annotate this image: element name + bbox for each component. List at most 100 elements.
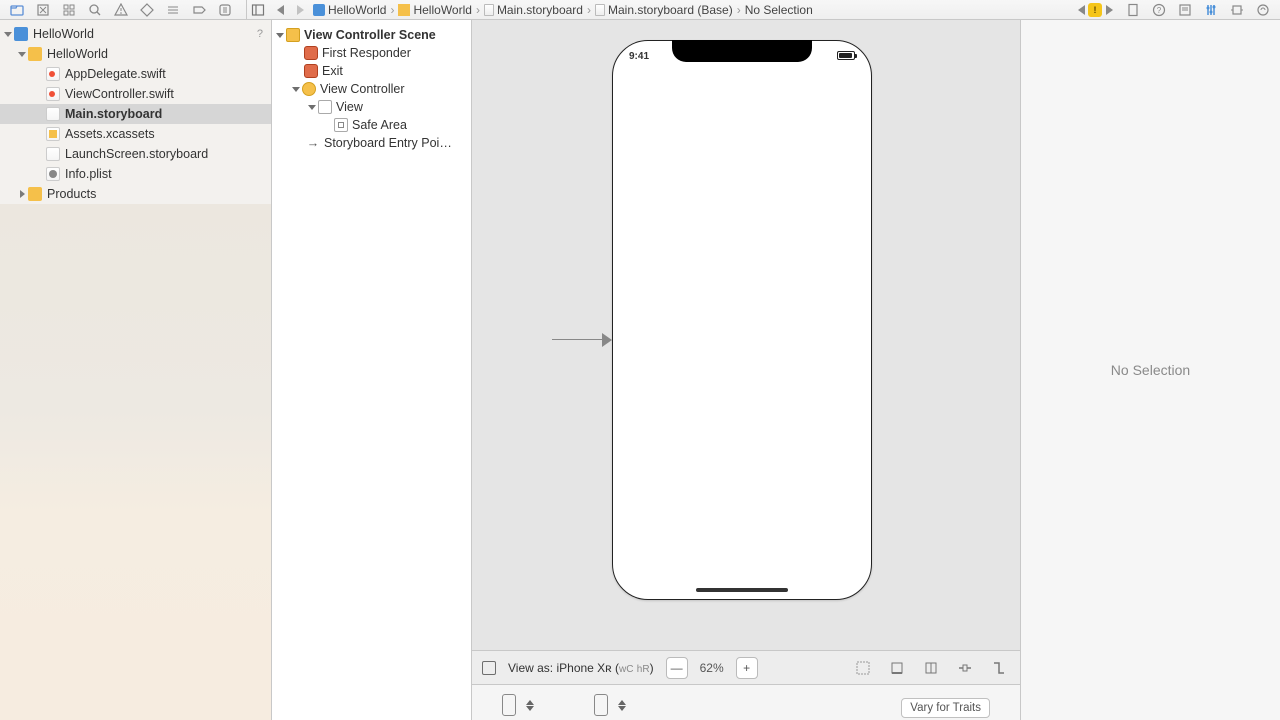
test-icon[interactable] <box>140 3 154 17</box>
folder-icon <box>28 187 42 201</box>
debug-icon[interactable] <box>166 3 180 17</box>
nav-file-launchscreen[interactable]: LaunchScreen.storyboard <box>0 144 271 164</box>
vary-for-traits-button[interactable]: Vary for Traits <box>901 698 990 718</box>
search-icon[interactable] <box>88 3 102 17</box>
inspector-panel: No Selection <box>1020 20 1280 720</box>
warning-badge-icon[interactable]: ! <box>1088 3 1102 17</box>
chevron-right-icon: › <box>585 3 593 17</box>
disclosure-triangle-icon[interactable] <box>4 32 12 37</box>
zoom-in-button[interactable]: + <box>736 657 758 679</box>
nav-products-group[interactable]: Products <box>0 184 271 204</box>
folder-icon <box>28 47 42 61</box>
canvas[interactable]: 9:41 <box>472 20 1020 650</box>
nav-label: Assets.xcassets <box>65 127 263 141</box>
orientation-selector[interactable] <box>594 694 626 720</box>
toolbar-divider <box>246 0 247 19</box>
safe-area-icon <box>334 118 348 132</box>
nav-file-main-storyboard[interactable]: Main.storyboard <box>0 104 271 124</box>
nav-label: LaunchScreen.storyboard <box>65 147 263 161</box>
crumb-base[interactable]: Main.storyboard (Base) <box>595 3 733 17</box>
nav-back-button[interactable] <box>273 3 287 17</box>
folder-icon[interactable] <box>10 3 24 17</box>
nav-file-appdelegate[interactable]: AppDelegate.swift <box>0 64 271 84</box>
crumb-group[interactable]: HelloWorld <box>398 3 471 17</box>
entry-point-arrow-icon[interactable] <box>552 330 612 350</box>
outline-entry-point[interactable]: → Storyboard Entry Poi… <box>272 134 471 152</box>
device-trait-bar: Vary for Traits <box>472 684 1020 720</box>
help-indicator[interactable]: ? <box>257 28 263 40</box>
disclosure-triangle-icon[interactable] <box>20 190 25 198</box>
disclosure-triangle-icon[interactable] <box>276 33 284 38</box>
chevron-right-icon: › <box>388 3 396 17</box>
nav-label: AppDelegate.swift <box>65 67 263 81</box>
update-frames-icon[interactable] <box>988 657 1010 679</box>
breakpoint-icon[interactable] <box>192 3 206 17</box>
resolve-issues-icon[interactable] <box>954 657 976 679</box>
navigator-tab-icons <box>0 3 242 17</box>
nav-file-infoplist[interactable]: Info.plist <box>0 164 271 184</box>
embed-in-icon[interactable] <box>852 657 874 679</box>
device-preview[interactable]: 9:41 <box>612 40 872 600</box>
outline-view-controller[interactable]: View Controller <box>272 80 471 98</box>
project-navigator: HelloWorld ? HelloWorld AppDelegate.swif… <box>0 20 272 720</box>
nav-project-root[interactable]: HelloWorld ? <box>0 24 271 44</box>
outline-label: Exit <box>322 64 343 78</box>
outline-label: Safe Area <box>352 118 407 132</box>
outline-first-responder[interactable]: First Responder <box>272 44 471 62</box>
outline-label: Storyboard Entry Poi… <box>324 136 452 150</box>
outline-exit[interactable]: Exit <box>272 62 471 80</box>
jump-bar[interactable]: HelloWorld › HelloWorld › Main.storyboar… <box>307 3 1074 17</box>
device-config-icon[interactable] <box>482 661 496 675</box>
zoom-level[interactable]: 62% <box>700 661 724 675</box>
nav-file-assets[interactable]: Assets.xcassets <box>0 124 271 144</box>
view-as-label[interactable]: View as: iPhone Xʀ (wC hR) <box>508 661 654 675</box>
related-forward-icon[interactable] <box>1102 3 1116 17</box>
help-inspector-icon[interactable]: ? <box>1152 3 1166 17</box>
disclosure-triangle-icon[interactable] <box>292 87 300 92</box>
nav-group[interactable]: HelloWorld <box>0 44 271 64</box>
stepper-icon[interactable] <box>618 700 626 711</box>
source-control-icon[interactable] <box>36 3 50 17</box>
device-selector[interactable] <box>502 694 534 720</box>
assets-file-icon <box>46 127 60 141</box>
exit-icon <box>304 64 318 78</box>
nav-forward-button[interactable] <box>293 3 307 17</box>
device-outline-icon <box>502 694 516 716</box>
outline-scene[interactable]: View Controller Scene <box>272 26 471 44</box>
outline-safe-area[interactable]: Safe Area <box>272 116 471 134</box>
size-inspector-icon[interactable] <box>1230 3 1244 17</box>
connections-inspector-icon[interactable] <box>1256 3 1270 17</box>
view-icon <box>318 100 332 114</box>
zoom-out-button[interactable]: — <box>666 657 688 679</box>
symbol-icon[interactable] <box>62 3 76 17</box>
nav-file-viewcontroller[interactable]: ViewController.swift <box>0 84 271 104</box>
outline-label: View <box>336 100 363 114</box>
disclosure-triangle-icon[interactable] <box>18 52 26 57</box>
crumb-selection[interactable]: No Selection <box>745 3 813 17</box>
pin-icon[interactable] <box>920 657 942 679</box>
chevron-right-icon: › <box>735 3 743 17</box>
crumb-project[interactable]: HelloWorld <box>313 3 386 17</box>
home-indicator <box>696 588 788 592</box>
crumb-file[interactable]: Main.storyboard <box>484 3 583 17</box>
crumb-label: HelloWorld <box>413 3 471 17</box>
disclosure-triangle-icon[interactable] <box>308 105 316 110</box>
attributes-inspector-icon[interactable] <box>1204 3 1218 17</box>
related-back-icon[interactable] <box>1074 3 1088 17</box>
align-icon[interactable] <box>886 657 908 679</box>
outline-toggle-icon[interactable] <box>251 3 265 17</box>
status-bar: 9:41 <box>613 51 871 62</box>
storyboard-file-icon <box>46 147 60 161</box>
project-icon <box>14 27 28 41</box>
identity-inspector-icon[interactable] <box>1178 3 1192 17</box>
report-icon[interactable] <box>218 3 232 17</box>
stepper-icon[interactable] <box>526 700 534 711</box>
crumb-label: Main.storyboard (Base) <box>608 3 733 17</box>
crumb-label: HelloWorld <box>328 3 386 17</box>
nav-label: Products <box>47 187 263 201</box>
file-inspector-icon[interactable] <box>1126 3 1140 17</box>
chevron-right-icon: › <box>474 3 482 17</box>
storyboard-file-icon <box>46 107 60 121</box>
outline-view[interactable]: View <box>272 98 471 116</box>
issue-icon[interactable] <box>114 3 128 17</box>
